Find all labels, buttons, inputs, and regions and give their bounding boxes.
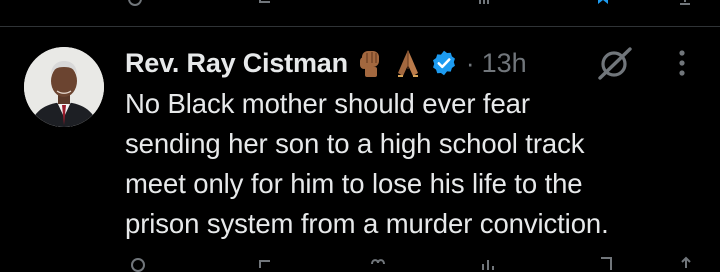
tweet-header: Rev. Ray Cistman · 13h xyxy=(125,41,527,85)
like-icon[interactable] xyxy=(370,256,386,272)
display-name[interactable]: Rev. Ray Cistman xyxy=(125,48,348,79)
views-icon[interactable] xyxy=(480,256,496,272)
more-options-icon[interactable] xyxy=(672,44,692,82)
reply-icon[interactable] xyxy=(128,0,142,6)
views-icon[interactable] xyxy=(478,0,492,6)
timestamp[interactable]: 13h xyxy=(482,48,527,79)
post-divider xyxy=(0,26,720,27)
repost-icon[interactable] xyxy=(258,0,272,6)
share-icon[interactable] xyxy=(678,256,694,272)
post-action-bar xyxy=(0,254,720,272)
previous-post-action-bar xyxy=(0,0,720,16)
bookmark-icon[interactable] xyxy=(598,256,614,272)
bookmark-icon[interactable] xyxy=(596,0,610,6)
verified-badge-icon[interactable] xyxy=(430,49,458,77)
separator-dot: · xyxy=(465,47,475,78)
avatar[interactable] xyxy=(24,47,104,127)
folded-hands-emoji xyxy=(397,50,418,77)
tweet-text: No Black mother should ever fear sending… xyxy=(125,88,609,239)
raised-fist-emoji xyxy=(359,51,379,77)
repost-icon[interactable] xyxy=(258,256,274,272)
avatar-photo xyxy=(24,47,104,127)
reply-icon[interactable] xyxy=(130,256,146,272)
grok-icon[interactable] xyxy=(597,46,633,80)
share-icon[interactable] xyxy=(678,0,692,6)
